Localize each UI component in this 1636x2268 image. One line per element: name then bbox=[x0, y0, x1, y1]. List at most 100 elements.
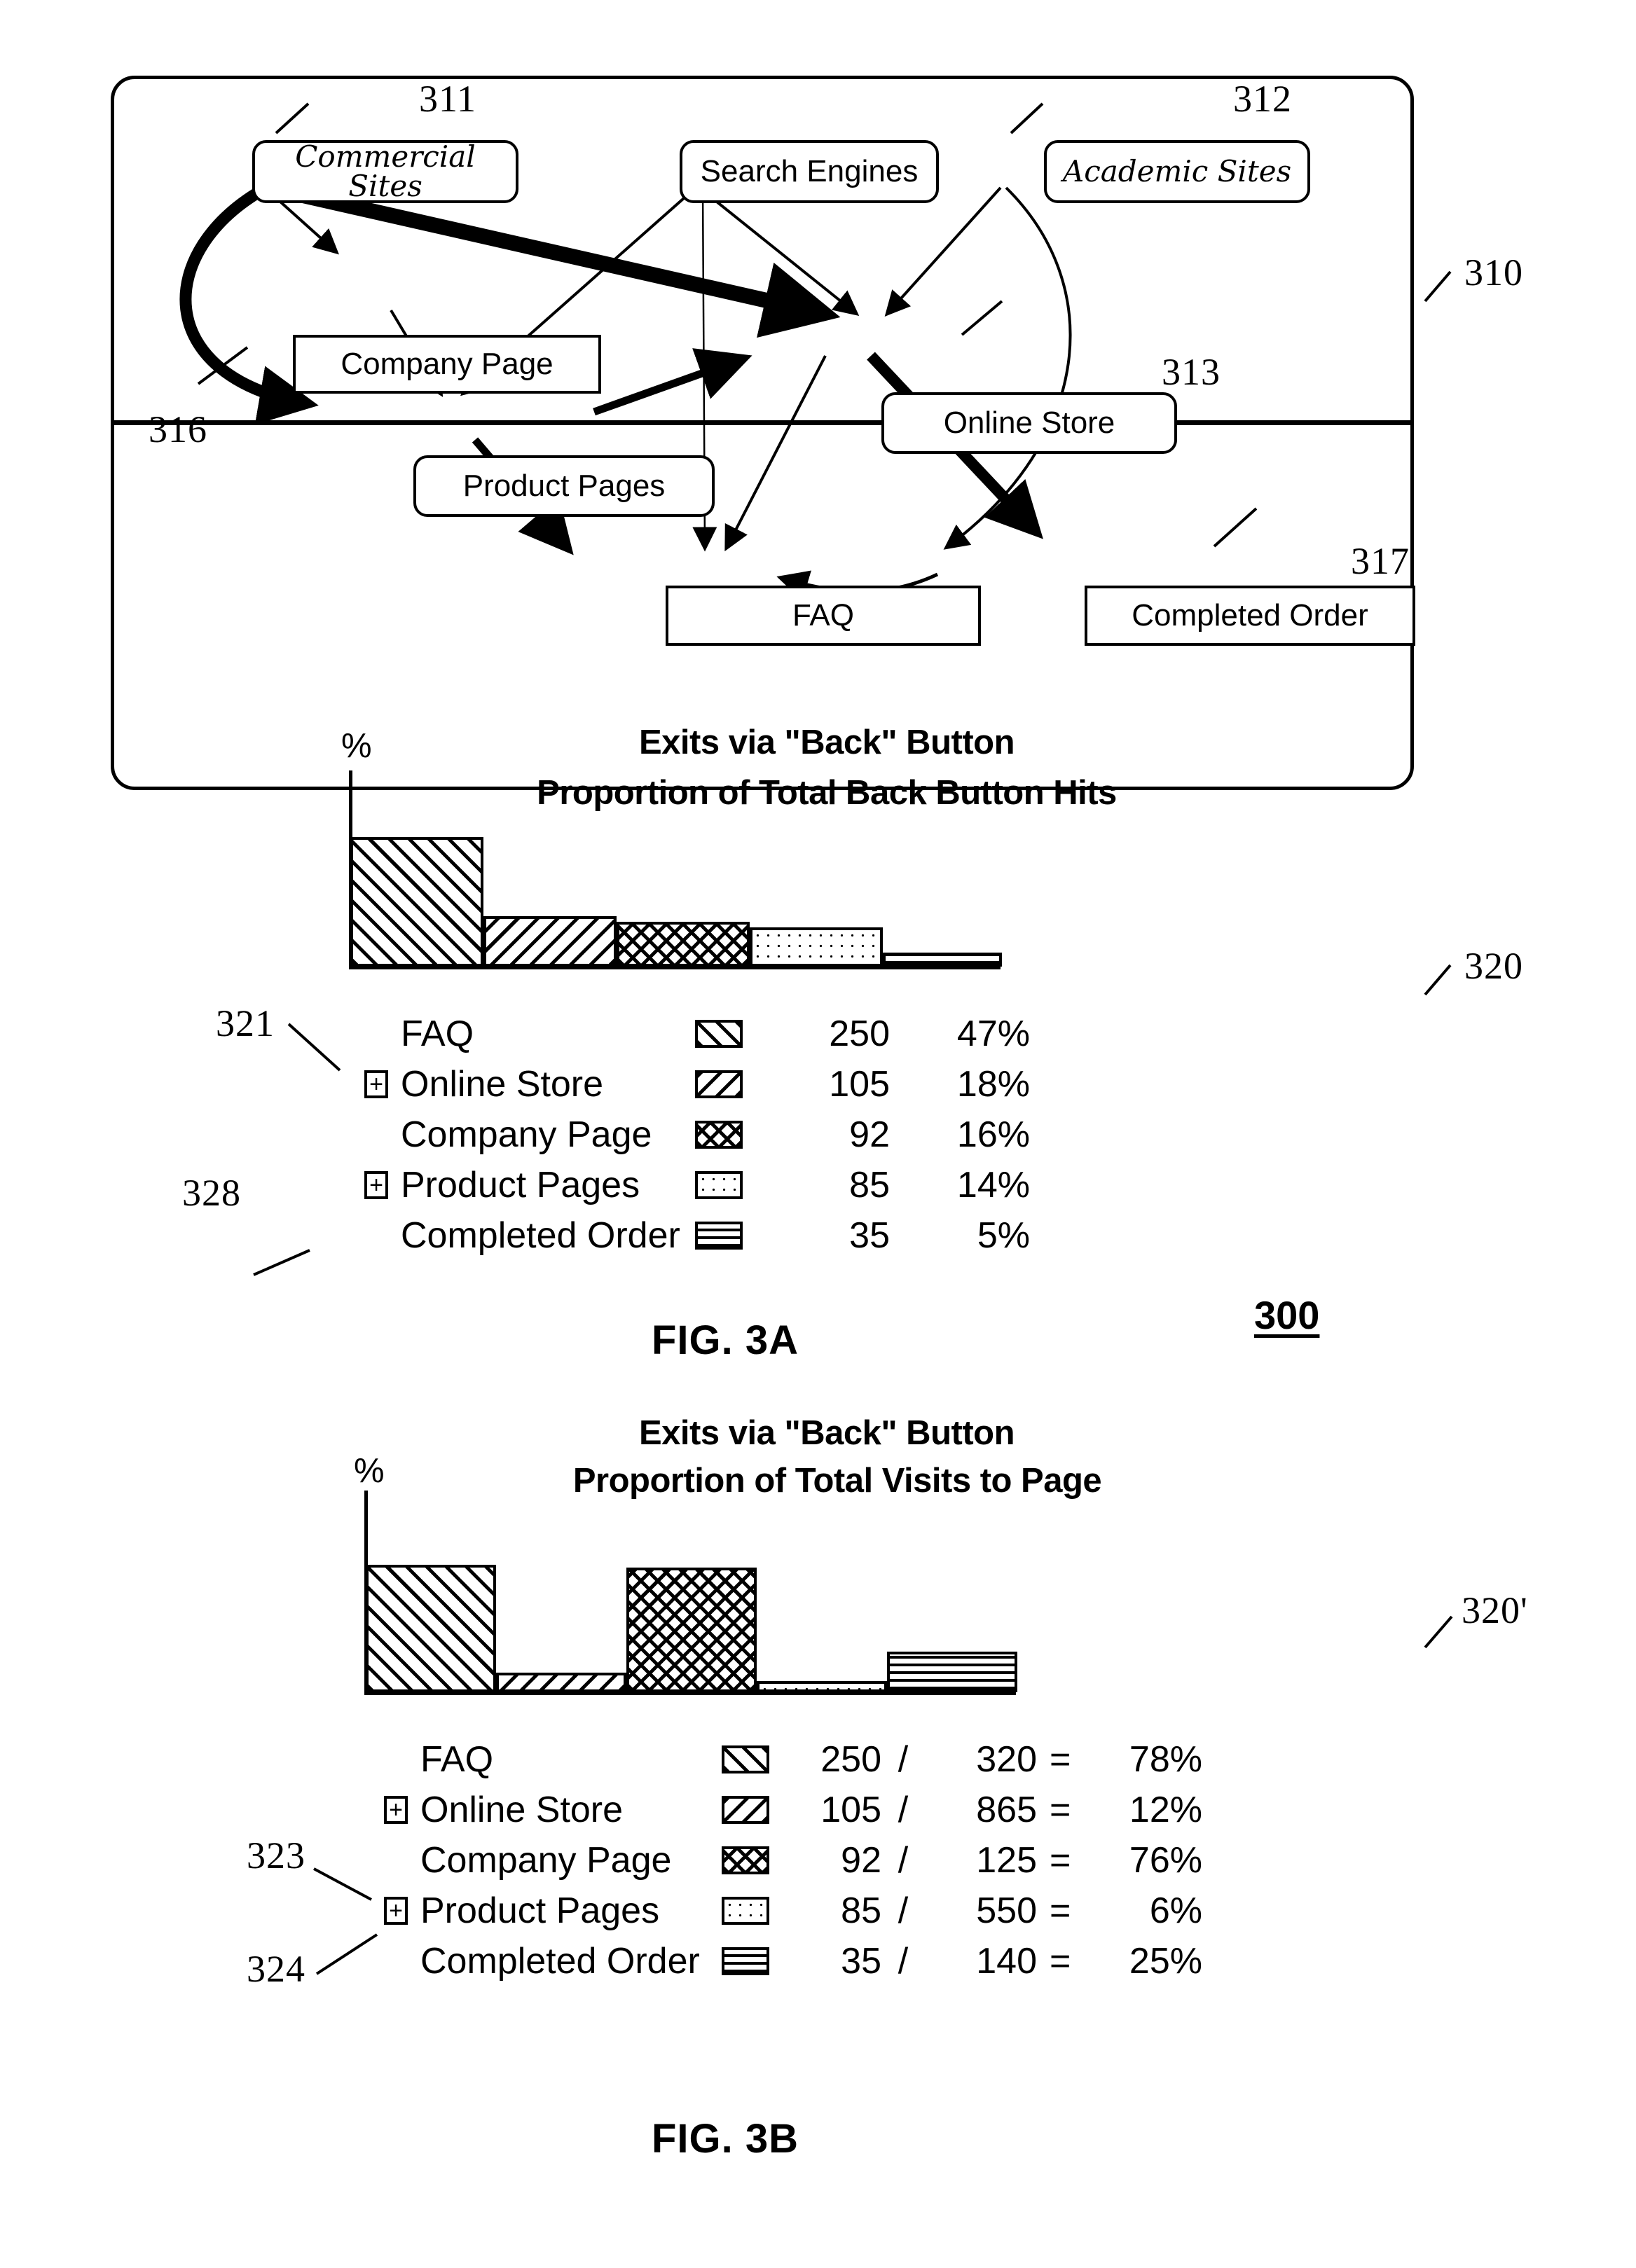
legend-denominator: 865 bbox=[976, 1790, 1037, 1830]
legend-denominator: 320 bbox=[976, 1739, 1037, 1780]
node-online-store[interactable]: Online Store bbox=[881, 392, 1177, 454]
chart-3b-legend: FAQ 250 / 320 = 78% + Online Store 105 /… bbox=[384, 1734, 1295, 1986]
legend-row[interactable]: + Product Pages 85 / 550 = 6% bbox=[384, 1886, 1295, 1936]
legend-row[interactable]: + Online Store 105 18% bbox=[364, 1059, 1149, 1109]
legend-label: Completed Order bbox=[420, 1941, 700, 1982]
chart-3a-legend: FAQ 250 47% + Online Store 105 18% Compa… bbox=[364, 1009, 1149, 1261]
legend-swatch-backward-diagonal bbox=[722, 1796, 769, 1824]
legend-percent: 47% bbox=[956, 1014, 1030, 1054]
legend-equals: = bbox=[1050, 1739, 1071, 1780]
legend-row[interactable]: Completed Order 35 / 140 = 25% bbox=[384, 1936, 1295, 1986]
ref-312: 312 bbox=[1233, 78, 1292, 120]
node-label: Academic Sites bbox=[1062, 154, 1292, 188]
chart-3a-y-axis-label: % bbox=[341, 727, 372, 765]
legend-count: 250 bbox=[829, 1014, 890, 1054]
legend-count: 105 bbox=[829, 1064, 890, 1105]
legend-equals: = bbox=[1050, 1890, 1071, 1931]
system-reference-300: 300 bbox=[1254, 1293, 1320, 1337]
legend-label: FAQ bbox=[420, 1739, 494, 1780]
node-company-page[interactable]: Company Page bbox=[293, 335, 601, 394]
legend-numerator: 85 bbox=[841, 1890, 881, 1931]
legend-count: 85 bbox=[849, 1165, 890, 1205]
chart-3b-y-axis-label: % bbox=[354, 1452, 385, 1490]
legend-percent: 14% bbox=[956, 1165, 1030, 1205]
legend-equals: = bbox=[1050, 1941, 1071, 1982]
legend-label: Company Page bbox=[401, 1114, 652, 1155]
legend-row[interactable]: FAQ 250 / 320 = 78% bbox=[384, 1734, 1295, 1785]
legend-swatch-crosshatch bbox=[722, 1846, 769, 1874]
legend-divider: / bbox=[898, 1941, 909, 1982]
node-label: Search Engines bbox=[700, 154, 919, 188]
chart-3b-bar-completed-order bbox=[887, 1652, 1017, 1692]
legend-percent: 25% bbox=[1129, 1941, 1202, 1982]
legend-percent: 78% bbox=[1129, 1739, 1202, 1780]
ref-317: 317 bbox=[1351, 540, 1410, 582]
legend-label: FAQ bbox=[401, 1014, 474, 1054]
legend-swatch-forward-diagonal bbox=[695, 1020, 743, 1048]
legend-swatch-horizontal bbox=[695, 1222, 743, 1250]
legend-row[interactable]: FAQ 250 47% bbox=[364, 1009, 1149, 1059]
legend-label: Online Store bbox=[420, 1790, 624, 1830]
node-search-engines[interactable]: Search Engines bbox=[680, 140, 939, 203]
legend-numerator: 105 bbox=[820, 1790, 881, 1830]
legend-row[interactable]: + Online Store 105 / 865 = 12% bbox=[384, 1785, 1295, 1835]
legend-row[interactable]: Company Page 92 / 125 = 76% bbox=[384, 1835, 1295, 1886]
node-label: Completed Order bbox=[1132, 598, 1368, 632]
legend-percent: 12% bbox=[1129, 1790, 1202, 1830]
legend-equals: = bbox=[1050, 1840, 1071, 1881]
legend-equals: = bbox=[1050, 1790, 1071, 1830]
chart-3a-subtitle: Proportion of Total Back Button Hits bbox=[537, 774, 1117, 812]
legend-swatch-crosshatch bbox=[695, 1121, 743, 1149]
ref-313: 313 bbox=[1162, 351, 1221, 393]
legend-label: Product Pages bbox=[420, 1890, 660, 1931]
legend-percent: 18% bbox=[956, 1064, 1030, 1105]
legend-label: Product Pages bbox=[401, 1165, 640, 1205]
legend-divider: / bbox=[898, 1739, 909, 1780]
legend-swatch-dotted bbox=[695, 1171, 743, 1199]
chart-3a-bar-company-page bbox=[617, 922, 750, 967]
ref-321: 321 bbox=[216, 1002, 275, 1044]
node-product-pages[interactable]: Product Pages bbox=[413, 455, 715, 517]
ref-323: 323 bbox=[247, 1834, 305, 1876]
node-label: FAQ bbox=[792, 598, 855, 632]
chart-3a-bar-completed-order bbox=[883, 953, 1002, 967]
legend-denominator: 140 bbox=[976, 1941, 1037, 1982]
legend-count: 35 bbox=[849, 1215, 890, 1256]
legend-swatch-horizontal bbox=[722, 1947, 769, 1975]
figure-3a-caption: FIG. 3A bbox=[652, 1318, 799, 1363]
legend-row[interactable]: Company Page 92 16% bbox=[364, 1109, 1149, 1160]
node-label: Product Pages bbox=[462, 469, 666, 503]
legend-label: Company Page bbox=[420, 1840, 672, 1881]
node-label: Commercial Sites bbox=[295, 139, 476, 203]
chart-3b-subtitle: Proportion of Total Visits to Page bbox=[572, 1462, 1102, 1500]
node-commercial-sites[interactable]: Commercial Sites bbox=[252, 140, 518, 203]
legend-count: 92 bbox=[849, 1114, 890, 1155]
chart-3a-bar-faq bbox=[350, 837, 483, 967]
legend-row[interactable]: + Product Pages 85 14% bbox=[364, 1160, 1149, 1210]
legend-row[interactable]: Completed Order 35 5% bbox=[364, 1210, 1149, 1261]
ref-316: 316 bbox=[149, 408, 207, 450]
legend-swatch-dotted bbox=[722, 1897, 769, 1925]
node-faq[interactable]: FAQ bbox=[666, 586, 981, 646]
chart-3b-bar-online-store bbox=[496, 1673, 626, 1692]
chart-3b-title: Exits via "Back" Button bbox=[639, 1414, 1015, 1452]
chart-3a-bar-online-store bbox=[483, 916, 617, 967]
legend-divider: / bbox=[898, 1890, 909, 1931]
chart-3a-title: Exits via "Back" Button bbox=[639, 724, 1015, 761]
legend-numerator: 35 bbox=[841, 1941, 881, 1982]
chart-3b-bar-company-page bbox=[626, 1568, 757, 1692]
chart-3b-bar-product-pages bbox=[757, 1681, 887, 1692]
legend-label: Completed Order bbox=[401, 1215, 680, 1256]
legend-divider: / bbox=[898, 1790, 909, 1830]
node-label: Company Page bbox=[341, 347, 554, 381]
chart-3b-bar-faq bbox=[366, 1565, 496, 1692]
legend-percent: 5% bbox=[977, 1215, 1030, 1256]
legend-percent: 6% bbox=[1149, 1890, 1202, 1931]
node-label: Online Store bbox=[943, 406, 1115, 440]
ref-310: 310 bbox=[1464, 251, 1523, 293]
ref-324: 324 bbox=[247, 1948, 305, 1990]
legend-swatch-backward-diagonal bbox=[695, 1070, 743, 1098]
node-academic-sites[interactable]: Academic Sites bbox=[1044, 140, 1310, 203]
ref-leader-lines-right bbox=[1424, 270, 1452, 996]
node-completed-order[interactable]: Completed Order bbox=[1085, 586, 1415, 646]
